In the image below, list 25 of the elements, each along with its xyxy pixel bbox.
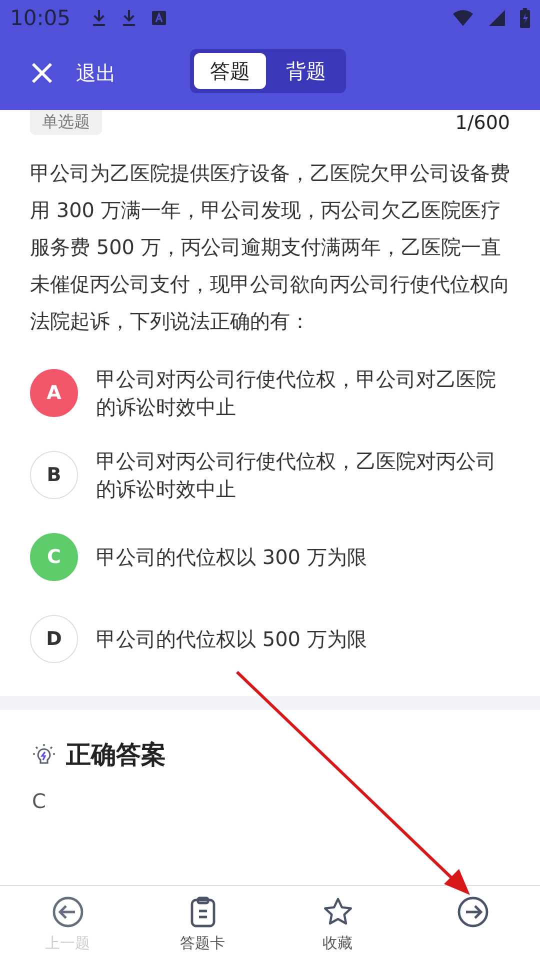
option-text[interactable]: 甲公司的代位权以 500 万为限 xyxy=(96,625,367,653)
option-text[interactable]: 甲公司对丙公司行使代位权，甲公司对乙医院的诉讼时效中止 xyxy=(96,365,510,421)
answer-value: C xyxy=(32,789,47,813)
download-icon xyxy=(90,9,107,27)
mode-tab[interactable]: 背题 xyxy=(270,53,342,89)
question-type-tag: 单选题 xyxy=(30,110,102,135)
nav-button[interactable] xyxy=(456,896,488,928)
answer-title: 正确答案 xyxy=(66,739,166,771)
signal-icon xyxy=(488,9,506,27)
lightbulb-icon xyxy=(32,742,56,766)
option-text[interactable]: 甲公司对丙公司行使代位权，乙医院对丙公司的诉讼时效中止 xyxy=(96,447,510,503)
nav-button[interactable]: 收藏 xyxy=(322,896,354,953)
question-text: 甲公司为乙医院提供医疗设备，乙医院欠甲公司设备费用 300 万满一年，甲公司发现，丙公司欠乙医院医疗服务费 500 万，丙公司逾期支付满两年，乙医院一直未催促丙公司支付，现甲公司欲向丙公司行使代位权向法院起诉，下列说法正确的有： xyxy=(30,160,510,335)
close-icon xyxy=(30,61,54,85)
option-letter[interactable]: B xyxy=(30,451,78,499)
close-button[interactable]: 退出 xyxy=(0,60,116,86)
option-text[interactable]: 甲公司的代位权以 300 万为限 xyxy=(96,543,367,571)
download-icon xyxy=(120,9,137,27)
option-letter[interactable]: D xyxy=(30,615,78,663)
wifi-icon xyxy=(452,9,474,27)
battery-icon xyxy=(520,8,530,28)
mode-tab[interactable]: 答题 xyxy=(194,53,266,89)
keyboard-icon xyxy=(150,10,167,26)
status-time: 10:05 xyxy=(10,6,71,30)
nav-button[interactable]: 答题卡 xyxy=(180,896,225,953)
